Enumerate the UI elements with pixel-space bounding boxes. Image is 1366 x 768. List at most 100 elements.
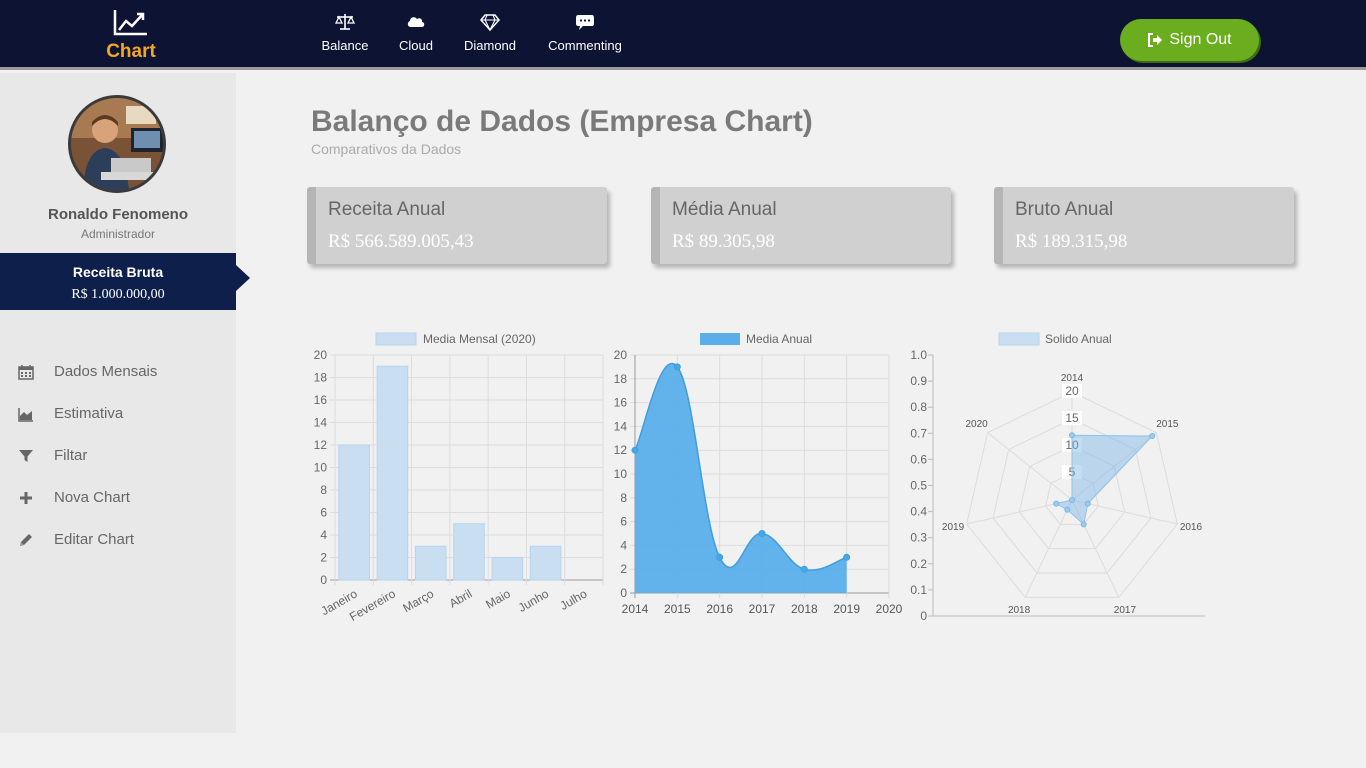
brand-logo[interactable]: Chart bbox=[100, 8, 162, 63]
y-tick-label: 2 bbox=[620, 562, 627, 576]
y-tick-label: 0 bbox=[620, 586, 627, 600]
radar-tick-label: 20 bbox=[1065, 384, 1079, 398]
y-tick-label: 16 bbox=[314, 393, 328, 407]
card-receita-anual: Receita Anual R$ 566.589.005,43 bbox=[307, 187, 607, 264]
area-chart-media-anual: Media Anual 0 2 4 6 8 10 12 14 16 18 20 2014 2015 2016… bbox=[614, 332, 903, 616]
y-tick-label: 0 bbox=[320, 573, 327, 587]
plus-icon bbox=[20, 491, 32, 504]
menu-label-dados-mensais: Dados Mensais bbox=[54, 363, 158, 380]
radar-point-2015 bbox=[1149, 433, 1156, 440]
x-tick-label: 2020 bbox=[876, 602, 903, 616]
menu-label-editar-chart: Editar Chart bbox=[54, 531, 135, 548]
nav-cloud[interactable]: Cloud bbox=[396, 12, 436, 53]
point-2017 bbox=[758, 530, 766, 537]
y-tick-label: 14 bbox=[314, 416, 328, 430]
y-tick-label: 6 bbox=[320, 506, 327, 520]
x-tick-label: 2019 bbox=[833, 602, 860, 616]
legend-label: Media Mensal (2020) bbox=[423, 332, 536, 346]
y-tick-label: 0.3 bbox=[910, 531, 927, 545]
x-tick-label: 2015 bbox=[664, 602, 691, 616]
brand-label: Chart bbox=[106, 41, 156, 62]
card-value: R$ 566.589.005,43 bbox=[328, 231, 474, 252]
x-tick-label: 2018 bbox=[791, 602, 818, 616]
y-tick-label: 20 bbox=[614, 348, 628, 362]
x-tick-label: Abril bbox=[447, 586, 475, 610]
pencil-icon bbox=[20, 533, 32, 546]
point-2019 bbox=[843, 553, 851, 561]
radar-point-2019 bbox=[1053, 500, 1060, 507]
menu-item-editar-chart[interactable]: Editar Chart bbox=[18, 531, 134, 548]
y-tick-label: 14 bbox=[614, 419, 628, 433]
y-tick-label: 0.6 bbox=[910, 452, 927, 466]
y-tick-label: 0.8 bbox=[910, 400, 927, 414]
radar-point-2020 bbox=[1069, 497, 1075, 503]
x-tick-label: Março bbox=[400, 586, 436, 615]
radar-label-2017: 2017 bbox=[1114, 605, 1137, 616]
bar-chart-media-mensal: Media Mensal (2020)02468101214161820Jane… bbox=[314, 332, 604, 624]
x-tick-label: Junho bbox=[516, 586, 552, 615]
nav-balance[interactable]: Balance bbox=[320, 12, 370, 53]
menu-item-nova-chart[interactable]: Nova Chart bbox=[18, 489, 130, 506]
y-tick-label: 1.0 bbox=[910, 348, 927, 362]
y-tick-label: 8 bbox=[620, 491, 627, 505]
radar-point-2017 bbox=[1080, 521, 1087, 528]
y-tick-label: 16 bbox=[614, 396, 628, 410]
y-tick-label: 0 bbox=[920, 609, 927, 623]
point-2018 bbox=[800, 565, 808, 573]
x-tick-label: 2017 bbox=[749, 602, 776, 616]
legend-swatch bbox=[700, 333, 740, 345]
point-2015 bbox=[673, 363, 681, 371]
sign-out-icon bbox=[1148, 33, 1163, 47]
nav-diamond[interactable]: Diamond bbox=[462, 12, 518, 53]
x-tick-label: 2014 bbox=[622, 602, 649, 616]
card-value: R$ 89.305,98 bbox=[672, 231, 775, 252]
radar-label-2020: 2020 bbox=[965, 419, 988, 430]
calendar-icon bbox=[18, 364, 34, 380]
point-2016 bbox=[716, 553, 724, 561]
receita-bruta-panel: Receita Bruta R$ 1.000.000,00 bbox=[0, 253, 250, 310]
radar-tick-label: 15 bbox=[1065, 411, 1079, 425]
y-tick-label: 8 bbox=[320, 483, 327, 497]
legend-label: Media Anual bbox=[746, 332, 812, 346]
y-tick-label: 4 bbox=[320, 528, 327, 542]
page-title: Balanço de Dados (Empresa Chart) bbox=[311, 105, 813, 138]
receita-title: Receita Bruta bbox=[72, 264, 164, 280]
y-tick-label: 20 bbox=[314, 348, 328, 362]
sidebar: Ronaldo Fenomeno Administrador Receita B… bbox=[0, 73, 250, 733]
menu-item-filtar[interactable]: Filtar bbox=[18, 447, 87, 464]
radar-point-2016 bbox=[1084, 500, 1091, 507]
y-tick-label: 4 bbox=[620, 538, 627, 552]
menu-item-estimativa[interactable]: Estimativa bbox=[18, 405, 123, 422]
card-media-anual: Média Anual R$ 89.305,98 bbox=[651, 187, 951, 264]
receita-value: R$ 1.000.000,00 bbox=[71, 287, 165, 302]
radar-chart-solido-anual: Solido Anual 0 0.1 0.2 0.3 0.4 0.5 0.6 0.7 0.8 0.9… bbox=[910, 332, 1205, 623]
y-tick-label: 0.9 bbox=[910, 374, 927, 388]
sign-out-button[interactable]: Sign Out bbox=[1120, 19, 1259, 61]
y-tick-label: 0.5 bbox=[910, 479, 927, 493]
bar-março bbox=[414, 545, 447, 581]
avatar[interactable] bbox=[68, 95, 166, 193]
top-navbar: Chart Balance Cloud Diamond Commenting S… bbox=[0, 0, 1366, 70]
card-title: Bruto Anual bbox=[1015, 199, 1114, 220]
legend-swatch bbox=[375, 332, 417, 346]
y-tick-label: 0.1 bbox=[910, 583, 927, 597]
x-tick-label: Julho bbox=[558, 586, 590, 613]
balance-scale-icon bbox=[335, 14, 355, 30]
bar-janeiro bbox=[338, 444, 370, 581]
y-tick-label: 0.7 bbox=[910, 426, 927, 440]
y-tick-label: 6 bbox=[620, 515, 627, 529]
nav-commenting[interactable]: Commenting bbox=[545, 12, 625, 53]
cloud-icon bbox=[407, 17, 425, 27]
user-role: Administrador bbox=[80, 227, 156, 241]
diamond-icon bbox=[480, 14, 500, 32]
x-tick-label: Maio bbox=[483, 586, 513, 611]
y-tick-label: 0.2 bbox=[910, 557, 927, 571]
menu-item-dados-mensais[interactable]: Dados Mensais bbox=[18, 363, 157, 380]
nav-commenting-label: Commenting bbox=[548, 38, 622, 53]
y-tick-label: 12 bbox=[614, 443, 628, 457]
y-tick-label: 18 bbox=[614, 372, 628, 386]
radar-point-2018 bbox=[1064, 506, 1071, 513]
bar-abril bbox=[453, 523, 485, 581]
user-photo bbox=[71, 98, 163, 190]
legend-label: Solido Anual bbox=[1045, 332, 1112, 346]
